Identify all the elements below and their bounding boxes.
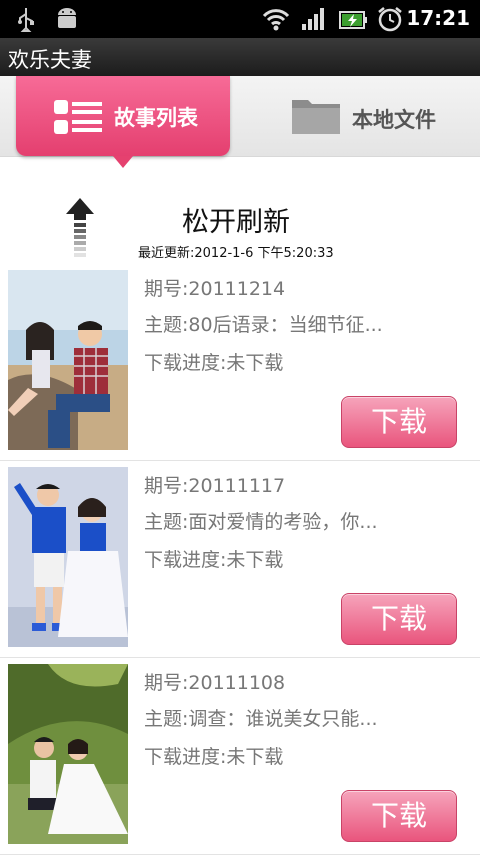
story-topic: 主题:面对爱情的考验，你... [144,511,378,533]
alarm-clock-icon [376,6,404,36]
tab-bar: 故事列表 本地文件 [0,76,480,157]
refresh-last-updated: 最近更新:2012-1-6 下午5:20:33 [138,246,334,261]
list-item[interactable]: 期号:20111108 主题:调查：谁说美女只能... 下载进度:未下载 下载 [0,658,480,855]
clock-time: 17:21 [406,6,470,30]
tab-story-list[interactable]: 故事列表 [16,76,230,156]
list-item[interactable]: 期号:20111117 主题:面对爱情的考验，你... 下载进度:未下载 下载 [0,461,480,658]
app-title-bar: 欢乐夫妻 [0,38,480,77]
story-thumbnail [8,664,128,844]
story-download-progress: 下载进度:未下载 [144,746,284,768]
signal-icon [300,6,328,36]
status-bar: 17:21 [0,0,480,38]
story-topic: 主题:调查：谁说美女只能... [144,708,378,730]
battery-charging-icon [338,6,368,36]
download-button[interactable]: 下载 [341,593,457,645]
story-download-progress: 下载进度:未下载 [144,549,284,571]
list-item[interactable]: 期号:20111214 主题:80后语录：当细节征... 下载进度:未下载 下载 [0,264,480,461]
download-button[interactable]: 下载 [341,790,457,842]
tab-story-list-label: 故事列表 [114,106,198,130]
tab-local-files-label: 本地文件 [352,108,436,132]
active-tab-pointer [113,156,133,168]
usb-icon [14,6,38,36]
story-thumbnail [8,467,128,647]
story-list: 期号:20111214 主题:80后语录：当细节征... 下载进度:未下载 下载 [0,264,480,855]
download-button[interactable]: 下载 [341,396,457,448]
pull-to-refresh-header: 松开刷新 最近更新:2012-1-6 下午5:20:33 [0,180,480,264]
story-issue-number: 期号:20111214 [144,278,286,300]
story-issue-number: 期号:20111117 [144,475,286,497]
list-icon [54,98,106,142]
wifi-icon [262,6,290,36]
app-title: 欢乐夫妻 [8,48,92,72]
arrow-up-icon [66,198,94,266]
android-debug-icon [54,6,80,36]
folder-icon [290,94,342,140]
story-download-progress: 下载进度:未下载 [144,352,284,374]
story-issue-number: 期号:20111108 [144,672,286,694]
tab-local-files[interactable]: 本地文件 [250,76,480,156]
refresh-status: 松开刷新 [182,207,290,238]
story-thumbnail [8,270,128,450]
story-topic: 主题:80后语录：当细节征... [144,314,383,336]
